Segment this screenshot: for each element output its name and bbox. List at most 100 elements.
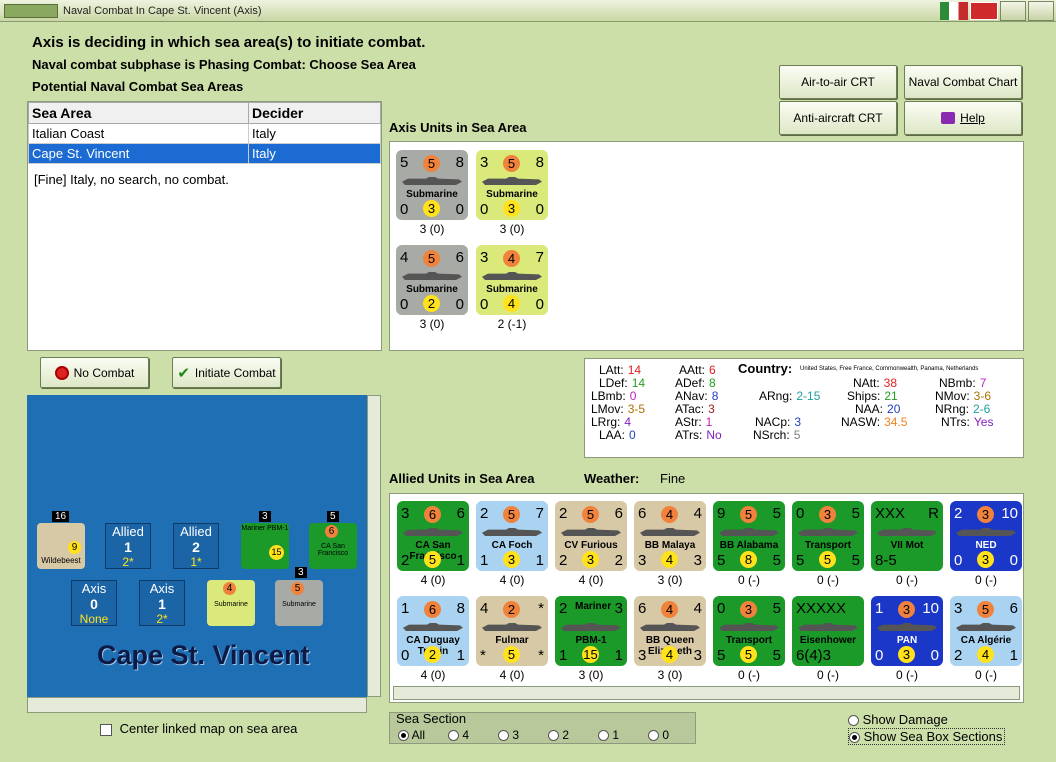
sea-section-radio-4[interactable]: 4 <box>448 728 469 742</box>
sea-section-radio-0[interactable]: 0 <box>648 728 669 742</box>
col-sea-area[interactable]: Sea Area <box>28 102 249 124</box>
allied-unit-counter[interactable]: XXX R VII Mot 8-5 <box>871 501 943 571</box>
axis-unit-counter[interactable]: 3 5 8 Submarine 0 3 0 <box>476 150 548 220</box>
stat-item: NSrch: 5 <box>753 428 800 442</box>
stack-count: 3 <box>295 567 307 578</box>
allied-unit-counter[interactable]: 6 4 4 BB Malaya 3 4 3 <box>634 501 706 571</box>
counter-top-left: 6 <box>638 600 647 617</box>
initiate-combat-button[interactable]: ✔ Initiate Combat <box>172 357 281 388</box>
checkbox-box[interactable] <box>100 723 112 736</box>
radio-icon[interactable] <box>498 730 509 742</box>
counter-top-left: 1 <box>401 600 410 617</box>
allied-unit-counter[interactable]: XXXXX Eisenhower 6(4)3 <box>792 596 864 666</box>
axis-box-0[interactable]: Axis 0 None <box>71 580 117 626</box>
allied-unit-counter[interactable]: 2 5 7 CA Foch 1 3 1 <box>476 501 548 571</box>
radio-icon[interactable] <box>398 730 409 742</box>
close-button[interactable] <box>1028 1 1054 21</box>
counter-caption: 3 (0) <box>499 222 525 236</box>
counter-caption: 0 (-) <box>817 573 839 587</box>
radio-icon[interactable] <box>849 732 860 744</box>
box-value: 1 <box>158 596 166 612</box>
ship-silhouette-icon <box>640 528 700 536</box>
allied-unit-counter[interactable]: 2 5 6 CV Furious 2 3 2 <box>555 501 627 571</box>
allied-box-1[interactable]: Allied 1 2* <box>105 523 151 569</box>
counter-top-left: 2 <box>559 505 568 522</box>
counter-top-left: 0 <box>717 600 726 617</box>
show-damage-radio[interactable]: Show Damage <box>848 712 948 727</box>
allied-unit-counter[interactable]: 168CA Duguay Trouin021 <box>397 596 469 666</box>
help-button[interactable]: Help <box>904 101 1022 135</box>
ship-silhouette-icon <box>403 528 463 536</box>
naval-combat-chart-button[interactable]: Naval Combat Chart <box>904 65 1022 99</box>
stat-value: 20 <box>887 402 901 416</box>
counter-bottom-center: 4 <box>503 295 520 312</box>
sea-area-map[interactable]: Cape St. Vincent Allied 1 2* Allied 2 1*… <box>27 395 367 697</box>
mini-counter[interactable]: CA San Francisco 6 <box>309 523 357 569</box>
allied-unit-counter[interactable]: 2 Mariner 3 PBM-1 1 15 1 <box>555 596 627 666</box>
row-area[interactable]: Cape St. Vincent <box>28 143 249 164</box>
allied-unit-counter[interactable]: 0 3 5 Transport 5 5 5 <box>713 596 785 666</box>
radio-icon[interactable] <box>548 730 559 742</box>
col-decider[interactable]: Decider <box>248 102 381 124</box>
mini-counter[interactable]: Submarine 5 <box>275 580 323 626</box>
sea-section-title: Sea Section <box>396 711 467 726</box>
allied-unit-counter[interactable]: 2 3 10 NED 0 3 0 <box>950 501 1022 571</box>
subphase-line: Naval combat subphase is Phasing Combat:… <box>32 57 416 72</box>
sea-section-radio-2[interactable]: 2 <box>548 728 569 742</box>
counter-bottom-center: 5 <box>503 646 520 663</box>
allied-unit-counter[interactable]: 9 5 5 BB Alabama 5 8 5 <box>713 501 785 571</box>
center-map-checkbox[interactable]: Center linked map on sea area <box>100 721 297 736</box>
axis-unit-counter[interactable]: 4 5 6 Submarine 0 2 0 <box>396 245 468 315</box>
air-to-air-crt-button[interactable]: Air-to-air CRT <box>779 65 897 99</box>
counter-top-right: 7 <box>535 505 544 522</box>
sea-section-radio-all[interactable]: All <box>398 728 425 742</box>
no-entry-icon <box>54 365 69 380</box>
mini-counter[interactable]: Wildebeest 9 <box>37 523 85 569</box>
counter-caption: 0 (-) <box>975 573 997 587</box>
allied-unit-counter[interactable]: 4 2 * Fulmar * 5 * <box>476 596 548 666</box>
counter-top-right: 8 <box>456 600 465 617</box>
sea-section-radio-1[interactable]: 1 <box>598 728 619 742</box>
allied-unit-counter[interactable]: 0 3 5 Transport 5 5 5 <box>792 501 864 571</box>
allied-unit-counter[interactable]: 1 3 10 PAN 0 3 0 <box>871 596 943 666</box>
counter-name: CA Foch <box>491 540 533 551</box>
sea-section-radio-3[interactable]: 3 <box>498 728 519 742</box>
allied-unit-counter[interactable]: 366CA San Francisco251 <box>397 501 469 571</box>
stat-value: 8 <box>709 376 716 390</box>
map-vscrollbar[interactable] <box>367 395 381 697</box>
minimize-button[interactable] <box>1000 1 1026 21</box>
allied-unit-counter[interactable]: 644BB Queen Elizabeth343 <box>634 596 706 666</box>
counter-top-right: 5 <box>772 505 781 522</box>
radio-icon[interactable] <box>648 730 659 742</box>
italy-flag-icon <box>940 2 968 20</box>
anti-aircraft-crt-button[interactable]: Anti-aircraft CRT <box>779 101 897 135</box>
counter-caption: 3 (0) <box>419 222 445 236</box>
radio-icon[interactable] <box>598 730 609 742</box>
row-decider[interactable]: Italy <box>248 123 381 144</box>
table-row-selected[interactable]: Cape St. Vincent Italy <box>28 143 381 164</box>
map-hscrollbar[interactable] <box>27 697 367 713</box>
country-label: Country: <box>738 361 793 376</box>
no-combat-button[interactable]: No Combat <box>40 357 149 388</box>
axis-unit-counter[interactable]: 5 5 8 Submarine 0 3 0 <box>396 150 468 220</box>
mini-counter[interactable]: Submarine 4 <box>207 580 255 626</box>
counter-caption: 3 (0) <box>578 668 604 682</box>
axis-unit-counter[interactable]: 3 4 7 Submarine 0 4 0 <box>476 245 548 315</box>
row-decider[interactable]: Italy <box>248 143 381 164</box>
axis-box-1[interactable]: Axis 1 2* <box>139 580 185 626</box>
allied-box-2[interactable]: Allied 2 1* <box>173 523 219 569</box>
mini-value: 6 <box>325 525 338 538</box>
allied-unit-counter[interactable]: 3 5 6 CA Algérie 2 4 1 <box>950 596 1022 666</box>
counter-caption: 4 (0) <box>420 668 446 682</box>
box-value: 1 <box>124 539 132 555</box>
mini-counter[interactable]: Mariner PBM-1 15 <box>241 523 289 569</box>
radio-icon[interactable] <box>848 715 859 727</box>
radio-icon[interactable] <box>448 730 459 742</box>
allied-hscrollbar[interactable] <box>393 686 1020 700</box>
stat-item: ADef: 8 <box>675 376 716 390</box>
mini-label: Wildebeest <box>41 556 81 565</box>
stat-item: LRrg: 4 <box>591 415 631 429</box>
table-row[interactable]: Italian Coast Italy <box>28 123 381 144</box>
row-area[interactable]: Italian Coast <box>28 123 249 144</box>
show-sea-box-radio[interactable]: Show Sea Box Sections <box>848 728 1006 745</box>
